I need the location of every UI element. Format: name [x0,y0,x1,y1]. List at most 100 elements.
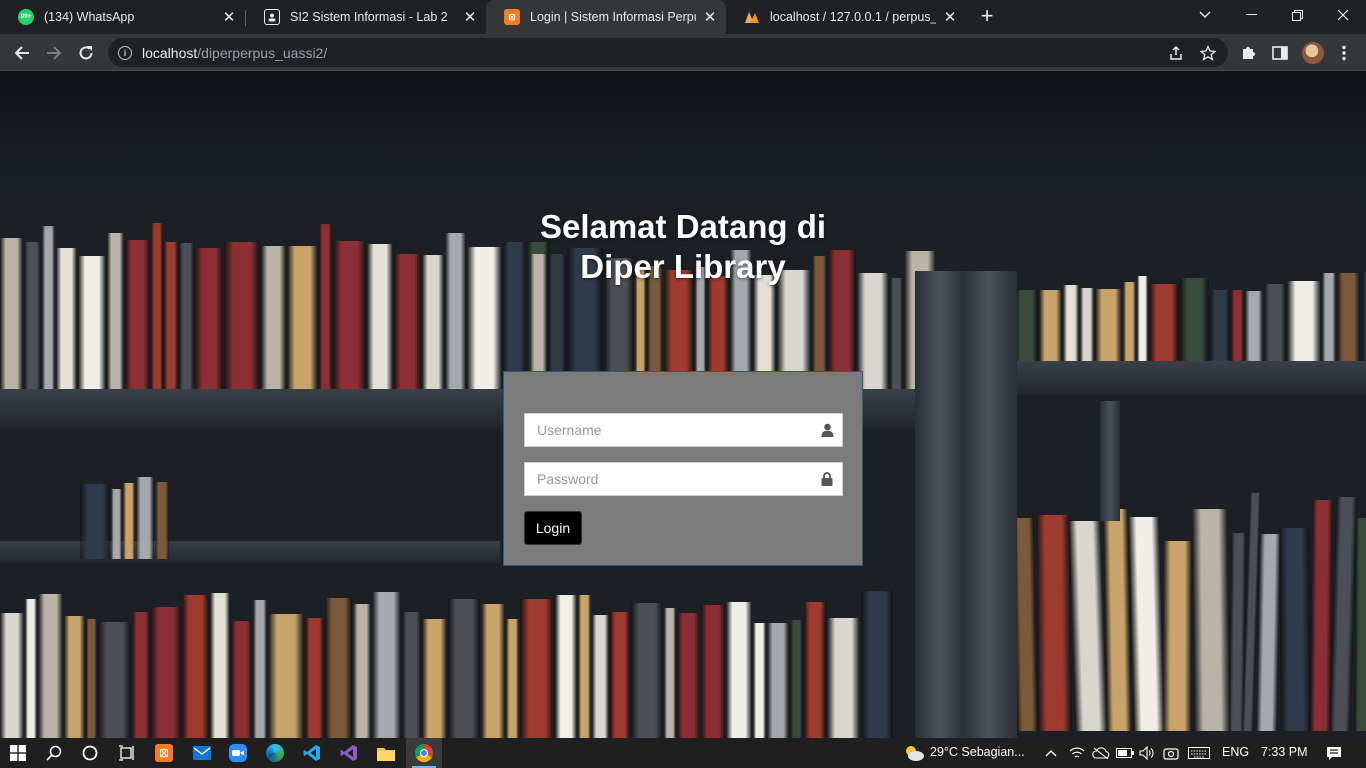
login-button[interactable]: Login [524,511,582,545]
battery-icon[interactable] [1114,738,1136,768]
address-bar[interactable]: i localhost/diperperpus_uassi2/ [108,38,1228,67]
cloud-offline-icon[interactable] [1090,738,1112,768]
book-spine [701,604,725,738]
password-field [524,462,843,496]
book-spine [422,619,447,738]
close-window-button[interactable] [1320,0,1366,30]
side-panel-icon[interactable] [1270,43,1290,63]
book-spine [402,612,421,738]
minimize-button[interactable] [1228,0,1274,30]
visual-studio-icon[interactable] [331,738,367,768]
task-view-icon[interactable] [108,738,144,768]
book-spine [578,594,591,738]
book-spine [123,482,135,559]
heading-line-2: Diper Library [580,248,786,285]
extensions-puzzle-icon[interactable] [1238,43,1258,63]
book-spine [210,592,230,738]
bookmark-star-icon[interactable] [1198,43,1218,63]
book-spine [394,253,421,393]
volume-icon[interactable] [1136,738,1158,768]
network-wifi-icon[interactable] [1066,738,1088,768]
lock-icon [812,463,842,495]
notifications-icon[interactable] [1316,738,1352,768]
book-spine [1191,509,1231,731]
book-spine [1063,285,1079,363]
book-spine [287,245,318,393]
book-spine [1080,287,1094,363]
book-spine [111,488,122,559]
book-spine [1068,520,1108,731]
xampp-icon[interactable]: ⊠ [146,738,182,768]
close-tab-icon[interactable]: ✕ [702,9,718,26]
book-spine [64,616,85,738]
book-spine [1015,290,1038,363]
file-explorer-icon[interactable] [368,738,404,768]
book-spine [98,622,131,738]
profile-avatar[interactable] [1302,42,1324,64]
tab-si2-lab[interactable]: SI2 Sistem Informasi - Lab 2 ✕ [246,0,486,34]
book-spine [448,599,480,738]
url-text: localhost/diperperpus_uassi2/ [142,44,328,61]
book-spine [78,255,106,393]
cortana-icon[interactable] [72,738,108,768]
tab-login-perpustakaan[interactable]: ⊠ Login | Sistem Informasi Perpustakaan … [486,0,726,34]
page-viewport: Selamat Datang di Diper Library Login [0,71,1366,738]
book-spine [422,255,444,393]
book-spine [367,243,393,393]
book-spine [56,248,77,393]
close-tab-icon[interactable]: ✕ [942,9,958,26]
book-spine [224,241,260,393]
book-spine [155,481,169,559]
search-icon[interactable] [36,738,72,768]
book-spine [195,248,223,393]
back-button[interactable] [8,39,36,67]
show-hidden-icons-chevron-icon[interactable] [1034,738,1068,768]
book-spine [253,599,267,738]
book-spine [372,592,401,738]
book-spine [132,612,150,738]
forward-button[interactable] [40,39,68,67]
share-icon[interactable] [1166,43,1186,63]
camera-app-icon[interactable] [1160,738,1182,768]
close-tab-icon[interactable]: ✕ [462,9,478,26]
book-spine [0,237,23,393]
weather-text[interactable]: 29°C Sebagian... [930,745,1025,759]
touch-keyboard-icon[interactable] [1184,738,1214,768]
tab-title: Login | Sistem Informasi Perpustakaan [530,10,696,24]
book-spine [151,223,163,393]
more-menu-icon[interactable] [1334,43,1354,63]
edge-icon[interactable] [257,738,293,768]
book-spine [1279,527,1311,731]
vscode-icon[interactable] [294,738,330,768]
start-windows-icon[interactable] [0,738,36,768]
book-spine [1149,284,1179,363]
book-spine [1256,534,1281,731]
new-tab-button[interactable]: + [976,5,998,28]
book-spine [25,599,37,738]
book-spine [1337,272,1360,363]
tab-title: localhost / 127.0.0.1 / perpus_si2 [770,10,936,24]
tab-whatsapp[interactable]: 99+ (134) WhatsApp ✕ [0,0,245,34]
close-tab-icon[interactable]: ✕ [221,9,237,26]
reload-button[interactable] [72,39,100,67]
book-spine [1361,271,1366,363]
restore-button[interactable] [1274,0,1320,30]
clock-time[interactable]: 7:33 PM [1261,745,1308,759]
book-spine [107,233,124,393]
book-spine [1180,278,1209,363]
password-input[interactable] [525,463,812,495]
mail-icon[interactable] [184,738,220,768]
weather-icon[interactable] [896,738,932,768]
site-info-icon[interactable]: i [118,45,132,60]
book-spine [333,241,366,393]
tab-search-button[interactable] [1182,0,1228,30]
input-language[interactable]: ENG [1222,745,1249,759]
chrome-icon[interactable] [406,738,442,768]
tab-phpmyadmin[interactable]: localhost / 127.0.0.1 / perpus_si2 ✕ [726,0,966,34]
zoom-icon[interactable] [220,738,256,768]
book-spine [827,617,860,738]
book-spine [1231,289,1244,363]
book-spine [0,612,24,738]
book-spine [1322,273,1336,363]
username-input[interactable] [525,414,812,446]
